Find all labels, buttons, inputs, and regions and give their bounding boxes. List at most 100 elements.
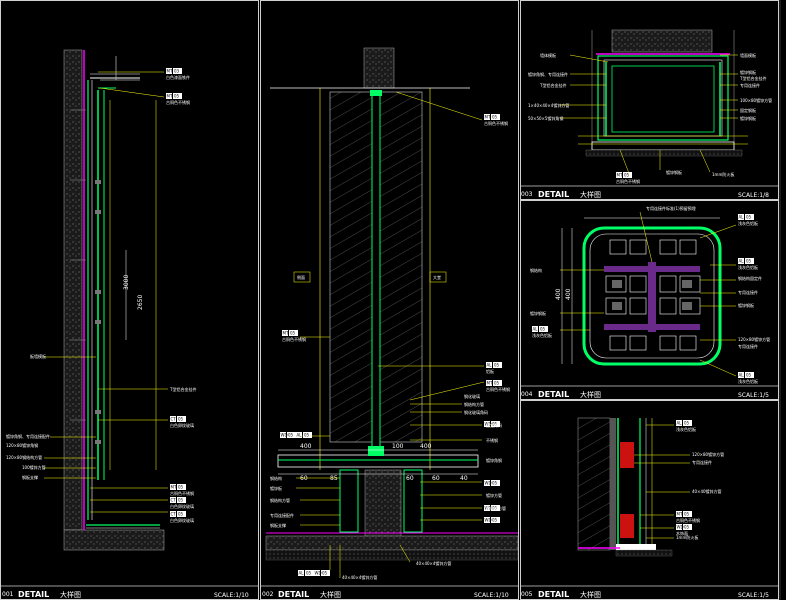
material-tag: AL 05	[298, 570, 314, 576]
note: 1×40×40×4镀锌方管	[528, 102, 569, 108]
panel-title: DETAIL	[538, 390, 569, 399]
note: 镀锌钢板	[666, 169, 682, 175]
svg-text:400: 400	[420, 443, 432, 450]
tag-num: 05	[492, 518, 498, 523]
note: 钢化玻璃	[464, 393, 480, 399]
tag-num: 03	[174, 69, 180, 74]
tag-text: 白色卵纹玻璃	[170, 422, 194, 428]
svg-text:60: 60	[432, 475, 440, 482]
tag-code: MT	[677, 512, 683, 517]
note: 不锈钢	[486, 437, 498, 443]
panel-number: 002	[262, 591, 274, 598]
tag-num: 05	[322, 571, 328, 576]
note: 镀锌钢板	[530, 310, 546, 316]
dim-2650: 2650	[137, 295, 144, 310]
tag-code: AL	[487, 363, 493, 368]
tag-text: 浅灰色铝板	[532, 332, 552, 338]
dim: 85	[330, 475, 338, 482]
tag-text: 浅灰色铝板	[738, 378, 758, 384]
tag-code: AL	[677, 421, 683, 426]
tag-num: 05	[178, 485, 184, 490]
svg-text:3000: 3000	[123, 275, 130, 290]
tag-text: 古铜色不锈钢	[486, 386, 510, 392]
tag-text: 浅灰色铝板	[676, 426, 696, 432]
note: 钢结构方管	[464, 401, 484, 407]
panel-scale: SCALE:1/10	[474, 592, 509, 599]
note: 120×80镀锌方管	[692, 451, 724, 457]
tag-code: AL	[297, 433, 303, 438]
note: 镀锌钢板	[740, 69, 756, 75]
tag-num: 05	[492, 481, 498, 486]
note: 专用连接件	[738, 289, 758, 295]
panel-number: 004	[521, 391, 533, 398]
tag-text: 木饰面	[676, 530, 688, 536]
tag-text: 古铜色不锈钢	[282, 336, 306, 342]
tag-num: 05	[684, 421, 690, 426]
tag-code: MT	[617, 173, 623, 178]
dim: 400	[565, 288, 572, 300]
tag-num: 05	[174, 94, 180, 99]
material-tag: WD 05	[484, 480, 500, 486]
svg-text:400: 400	[555, 288, 562, 300]
note: 镀锌钢板	[738, 302, 754, 308]
note: 40×40×4镀锌方管	[342, 574, 377, 580]
note: 1mm防火板	[712, 171, 734, 177]
tag-text: 白色卵纹玻璃	[170, 503, 194, 509]
note: 120×80钢结构方管	[6, 454, 42, 460]
tag-code: AL	[739, 215, 745, 220]
tag-code: AL	[533, 327, 539, 332]
tag-num: 05	[304, 433, 310, 438]
dim-3000: 3000	[123, 275, 130, 290]
note: 专用连接配件	[270, 512, 294, 518]
tag-text: 白色卵纹玻璃	[170, 517, 194, 523]
tag-code: WD	[315, 571, 322, 576]
svg-text:2650: 2650	[137, 295, 144, 310]
note: 40×40×4镀锌方管	[416, 560, 451, 566]
note: 100镀锌方管	[22, 464, 46, 470]
panel-scale: SCALE:1/8	[738, 192, 769, 199]
tag-code: CT	[171, 417, 177, 422]
note: 固定钢板	[740, 107, 756, 113]
panel-scale: SCALE:1/5	[738, 592, 769, 599]
panel-scale: SCALE:1/5	[738, 392, 769, 399]
note: 专用连接件标准(1)预留预埋	[646, 205, 696, 211]
note: 墙体模板	[540, 52, 556, 58]
panel-number: 001	[2, 591, 14, 598]
dim: 400	[555, 288, 562, 300]
note: 120×80镀锌角钢	[6, 442, 38, 448]
panel-title-cn: 大样图	[320, 590, 341, 599]
tag-num: 05	[746, 215, 752, 220]
note: 40×40镀锌方管	[692, 488, 722, 494]
svg-text:400: 400	[300, 443, 312, 450]
tag-num: 05	[178, 417, 184, 422]
tag-num: 05	[306, 571, 312, 576]
note: 固定角码	[486, 422, 502, 428]
tag-code: MT	[171, 485, 177, 490]
note: 镀锌角钢、专用连接配件	[6, 433, 50, 439]
note: 镀锌方管	[486, 492, 502, 498]
tag-num: 05	[494, 363, 500, 368]
note: 钢化玻璃角码	[464, 409, 488, 415]
dim: 100	[392, 443, 404, 450]
note: 墙面模板	[740, 52, 756, 58]
note: 专用连接件	[740, 82, 760, 88]
panel-title: DETAIL	[278, 590, 309, 599]
svg-text:60: 60	[300, 475, 308, 482]
note: 钢结构	[530, 267, 542, 273]
svg-text:60: 60	[406, 475, 414, 482]
tag-text: 古铜色不锈钢	[676, 517, 700, 523]
note: 钢结构方管	[270, 497, 290, 503]
panel-title-cn: 大样图	[580, 190, 601, 199]
tag-num: 05	[684, 525, 690, 530]
material-tag: WD 05	[484, 517, 500, 523]
dim: 60	[432, 475, 440, 482]
panel-title-cn: 大样图	[60, 590, 81, 599]
note: 镀锌板	[270, 485, 282, 491]
tag-text: 古铜色不锈钢	[616, 178, 640, 184]
tag-text: 古铜色不锈钢	[166, 99, 190, 105]
note: 钢结构方管	[486, 505, 506, 511]
panel-title: DETAIL	[538, 590, 569, 599]
tag-num: 05	[178, 498, 184, 503]
note: 50×50×5镀锌角钢	[528, 115, 563, 121]
dim: 60	[300, 475, 308, 482]
